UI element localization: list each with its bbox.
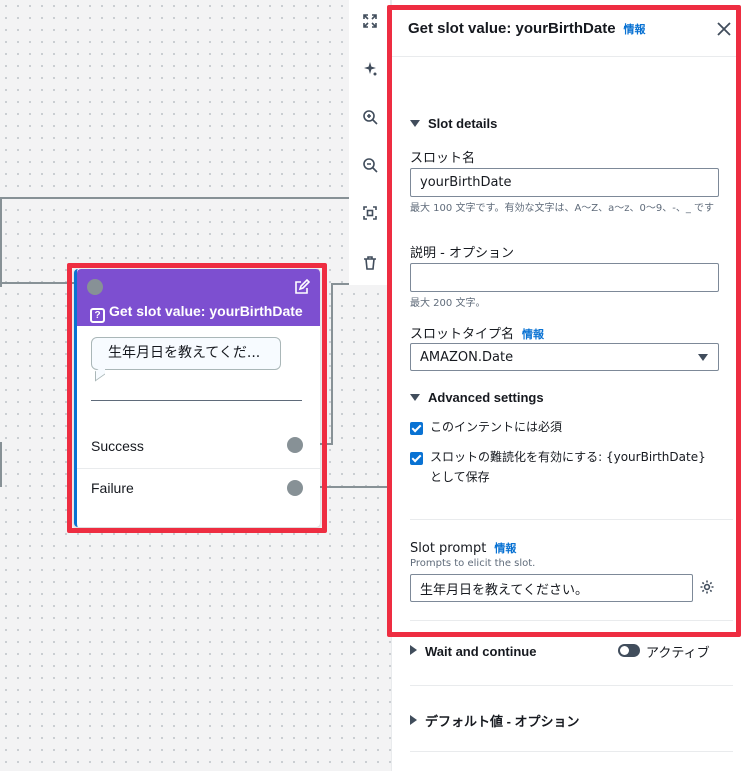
connection-line [0,442,2,487]
fit-view-icon[interactable] [358,201,382,225]
node-highlight [67,263,327,533]
connection-line [331,283,333,445]
panel-highlight [387,5,741,637]
zoom-out-icon[interactable] [358,153,382,177]
fullscreen-icon[interactable] [358,9,382,33]
section-divider [410,685,733,686]
wait-continue-toggle[interactable]: Wait and continue [410,644,536,659]
auto-layout-icon[interactable] [358,57,382,81]
zoom-in-icon[interactable] [358,105,382,129]
section-divider [410,751,733,752]
caret-right-icon [410,715,417,725]
canvas-toolbar [349,0,391,285]
active-toggle-label: アクティブ [646,646,710,661]
default-values-toggle[interactable]: デフォルト値 - オプション [410,711,580,730]
active-toggle[interactable] [618,644,640,657]
connection-line [0,197,2,287]
caret-right-icon [410,645,417,655]
delete-icon[interactable] [358,251,382,275]
connection-line [0,197,349,199]
